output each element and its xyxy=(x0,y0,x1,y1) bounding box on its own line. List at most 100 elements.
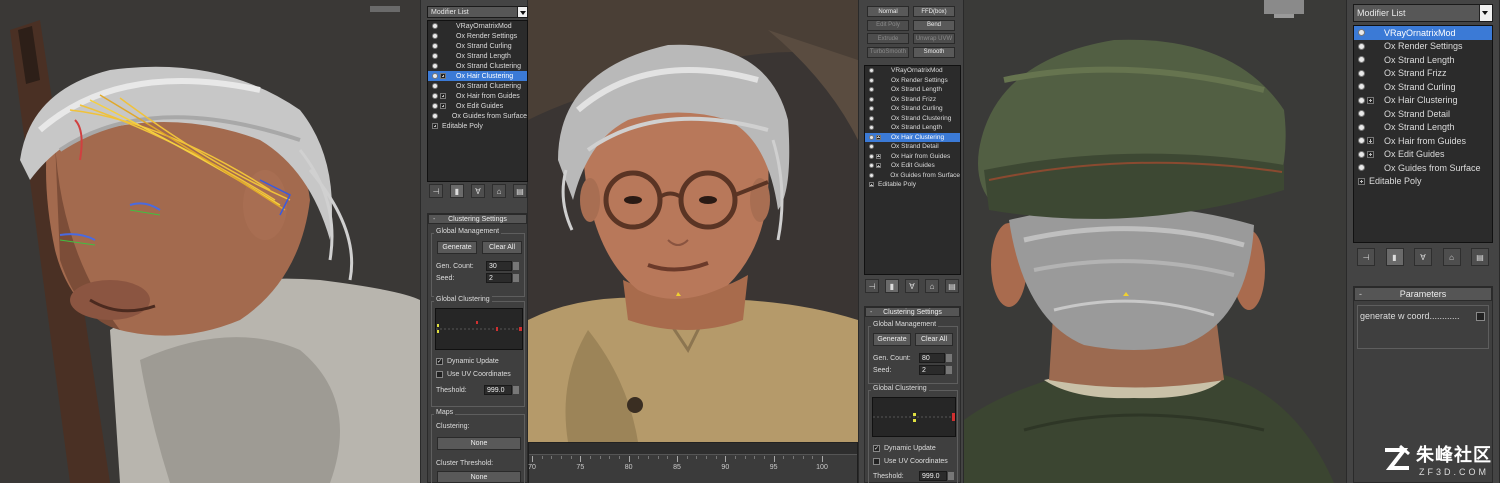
lightbulb-icon[interactable] xyxy=(432,23,450,29)
pin-icon[interactable]: ⊣ xyxy=(865,279,879,293)
stack-item[interactable]: Ox Strand Curling xyxy=(865,104,960,114)
dynamic-update-checkbox[interactable]: ✓ xyxy=(436,358,443,365)
gen-count-input[interactable]: 80 xyxy=(919,353,952,363)
lightbulb-icon[interactable] xyxy=(1358,123,1378,131)
lightbulb-icon[interactable] xyxy=(869,153,885,159)
lightbulb-icon[interactable] xyxy=(432,103,450,109)
lightbulb-icon[interactable] xyxy=(1358,96,1378,104)
lightbulb-icon[interactable] xyxy=(869,115,885,121)
lightbulb-icon[interactable] xyxy=(869,96,885,102)
viewport-right[interactable] xyxy=(964,0,1346,483)
stack-item[interactable]: Ox Guides from Surface xyxy=(1354,161,1492,175)
stack-item[interactable]: Ox Strand Length xyxy=(865,85,960,95)
seed-input[interactable]: 2 xyxy=(919,365,952,375)
stack-item[interactable]: Ox Strand Curling xyxy=(428,41,527,51)
modifier-set-button[interactable]: Smooth xyxy=(913,46,955,58)
modifier-set-button[interactable]: Extrude xyxy=(867,33,909,44)
clustering-graph[interactable] xyxy=(435,308,523,350)
stack-item[interactable]: Ox Strand Frizz xyxy=(865,95,960,105)
modifier-stack[interactable]: VRayOrnatrixMod Ox Render Settings Ox Stra… xyxy=(1353,25,1493,243)
gen-count-input[interactable]: 30 xyxy=(486,261,519,271)
pin-icon[interactable]: ⊣ xyxy=(1357,248,1375,266)
stack-item[interactable]: Editable Poly xyxy=(428,121,527,131)
lightbulb-icon[interactable] xyxy=(432,113,446,119)
clustering-graph[interactable] xyxy=(872,397,956,437)
make-unique-icon[interactable]: ∀ xyxy=(905,279,919,293)
modifier-stack[interactable]: VRayOrnatrixMod Ox Render Settings Ox Stra… xyxy=(864,65,961,275)
stack-item[interactable]: Ox Hair from Guides xyxy=(428,91,527,101)
stack-item[interactable]: Editable Poly xyxy=(1354,175,1492,189)
show-end-result-icon[interactable]: ▮ xyxy=(1385,248,1404,266)
threshold-input[interactable]: 999.0 xyxy=(919,471,954,481)
modifier-set-button[interactable]: Normal xyxy=(867,6,909,17)
stack-item[interactable]: Ox Edit Guides xyxy=(1354,148,1492,162)
stack-item[interactable]: Ox Edit Guides xyxy=(428,101,527,111)
viewport-middle[interactable] xyxy=(528,0,858,442)
stack-item[interactable]: Ox Hair Clustering xyxy=(1354,94,1492,108)
stack-item[interactable]: Ox Strand Length xyxy=(428,51,527,61)
lightbulb-icon[interactable] xyxy=(869,68,885,74)
viewport-left[interactable] xyxy=(0,0,420,483)
lightbulb-icon[interactable] xyxy=(432,83,450,89)
make-unique-icon[interactable]: ∀ xyxy=(471,184,485,198)
dynamic-update-checkbox[interactable]: ✓ xyxy=(873,445,880,452)
seed-input[interactable]: 2 xyxy=(486,273,519,283)
stack-item[interactable]: VRayOrnatrixMod xyxy=(865,66,960,76)
lightbulb-icon[interactable] xyxy=(1358,164,1378,172)
stack-item[interactable]: VRayOrnatrixMod xyxy=(1354,26,1492,40)
stack-item[interactable]: Ox Render Settings xyxy=(1354,40,1492,54)
stack-item[interactable]: Ox Strand Detail xyxy=(1354,107,1492,121)
modifier-set-button[interactable]: FFD(box) xyxy=(913,6,955,17)
stack-item[interactable]: Ox Strand Clustering xyxy=(428,81,527,91)
lightbulb-icon[interactable] xyxy=(432,33,450,39)
generate-button[interactable]: Generate xyxy=(437,241,477,254)
modifier-set-button[interactable]: Unwrap UVW xyxy=(913,33,955,44)
show-end-result-icon[interactable]: ▮ xyxy=(450,184,464,198)
remove-modifier-icon[interactable]: ⌂ xyxy=(925,279,939,293)
stack-item[interactable]: Ox Strand Curling xyxy=(1354,80,1492,94)
cluster-threshold-map-button[interactable]: None xyxy=(437,471,521,483)
stack-item[interactable]: VRayOrnatrixMod xyxy=(428,21,527,31)
clustering-map-button[interactable]: None xyxy=(437,437,521,450)
configure-sets-icon[interactable]: ▤ xyxy=(1471,248,1489,266)
lightbulb-icon[interactable] xyxy=(432,63,450,69)
clear-all-button[interactable]: Clear All xyxy=(482,241,522,254)
stack-item[interactable]: Ox Strand Length xyxy=(1354,53,1492,67)
clear-all-button[interactable]: Clear All xyxy=(915,333,953,346)
time-slider[interactable] xyxy=(529,443,857,455)
lightbulb-icon[interactable] xyxy=(869,77,885,83)
stack-item[interactable]: Ox Render Settings xyxy=(428,31,527,41)
parameters-header[interactable]: - Parameters xyxy=(1354,287,1492,301)
timeline[interactable]: 70 75 80 85 90 95 100 xyxy=(528,442,857,483)
threshold-input[interactable]: 999.0 xyxy=(484,385,519,395)
lightbulb-icon[interactable] xyxy=(1358,137,1378,145)
configure-sets-icon[interactable]: ▤ xyxy=(513,184,527,198)
lightbulb-icon[interactable] xyxy=(432,73,450,79)
lightbulb-icon[interactable] xyxy=(869,87,885,93)
expand-icon[interactable] xyxy=(432,123,442,129)
lightbulb-icon[interactable] xyxy=(1358,69,1378,77)
stack-item[interactable]: Editable Poly xyxy=(865,180,960,190)
configure-sets-icon[interactable]: ▤ xyxy=(945,279,959,293)
use-uv-checkbox[interactable] xyxy=(436,371,443,378)
stack-item[interactable]: Ox Strand Frizz xyxy=(1354,67,1492,81)
remove-modifier-icon[interactable]: ⌂ xyxy=(492,184,506,198)
lightbulb-icon[interactable] xyxy=(869,172,884,178)
lightbulb-icon[interactable] xyxy=(1358,42,1378,50)
stack-item[interactable]: Ox Guides from Surface xyxy=(865,171,960,181)
stack-item[interactable]: Ox Strand Length xyxy=(1354,121,1492,135)
modifier-set-button[interactable]: TurboSmooth xyxy=(867,46,909,58)
lightbulb-icon[interactable] xyxy=(869,106,885,112)
stack-item[interactable]: Ox Render Settings xyxy=(865,76,960,86)
stack-item[interactable]: Ox Strand Detail xyxy=(865,142,960,152)
show-end-result-icon[interactable]: ▮ xyxy=(885,279,899,293)
clustering-settings-header[interactable]: - Clustering Settings xyxy=(428,214,527,224)
expand-icon[interactable] xyxy=(1358,177,1369,185)
modifier-set-button[interactable]: Bend xyxy=(913,19,955,31)
stack-item[interactable]: Ox Hair from Guides xyxy=(865,152,960,162)
generate-w-coord-checkbox[interactable] xyxy=(1476,312,1485,321)
use-uv-checkbox[interactable] xyxy=(873,458,880,465)
modifier-stack[interactable]: VRayOrnatrixMod Ox Render Settings Ox Stra… xyxy=(427,20,528,182)
lightbulb-icon[interactable] xyxy=(869,163,885,169)
clustering-settings-header[interactable]: - Clustering Settings xyxy=(865,307,960,317)
